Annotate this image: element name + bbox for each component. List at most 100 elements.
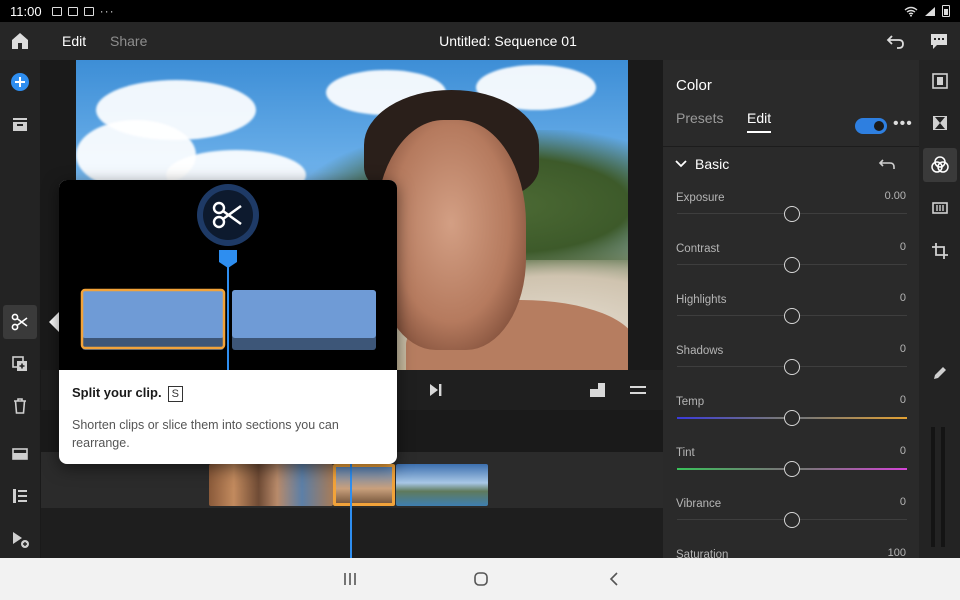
hamburger-icon: [630, 386, 646, 394]
add-media-button[interactable]: [7, 526, 33, 552]
audio-button[interactable]: [927, 195, 953, 221]
recents-icon: [344, 573, 356, 585]
back-nav-button[interactable]: [604, 569, 624, 589]
slider-value[interactable]: 0: [900, 292, 906, 304]
panel-title: Color: [676, 77, 712, 94]
slider-thumb[interactable]: [784, 461, 800, 477]
slider-label: Temp: [676, 396, 705, 408]
clip-properties-button[interactable]: [927, 68, 953, 94]
pencil-icon: [934, 367, 946, 379]
face-shape: [376, 120, 526, 350]
recent-apps-button[interactable]: [340, 569, 360, 589]
app-root: 11:00 ··· Edit Share Untitled: Sequence …: [0, 0, 960, 600]
chevron-down-icon: [675, 160, 687, 168]
tooltip-title: Split your clip.: [72, 385, 162, 400]
tab-presets[interactable]: Presets: [676, 110, 723, 126]
status-time: 11:00: [10, 3, 42, 19]
undo-button[interactable]: [884, 29, 908, 53]
timeline-clip-selected[interactable]: [333, 464, 395, 506]
reset-icon: [878, 159, 895, 169]
slider-thumb[interactable]: [784, 206, 800, 222]
tab-color-edit[interactable]: Edit: [747, 110, 772, 133]
home-nav-button[interactable]: [471, 569, 491, 589]
slider-value[interactable]: 0: [900, 241, 906, 253]
color-enable-toggle[interactable]: [855, 118, 887, 134]
inbox-tray-icon: [13, 118, 27, 131]
scrollbar-track[interactable]: [941, 427, 945, 547]
tab-share[interactable]: Share: [110, 33, 147, 49]
slider-label: Shadows: [676, 345, 724, 357]
slider-thumb[interactable]: [784, 359, 800, 375]
slider-vibrance: Vibrance 0: [663, 496, 919, 549]
split-illustration: [59, 180, 397, 370]
color-button[interactable]: [923, 148, 957, 182]
scissors-icon: [11, 313, 28, 331]
gallery-icon: [51, 6, 62, 16]
timeline: [41, 452, 663, 558]
tab-edit[interactable]: Edit: [59, 33, 89, 62]
basic-section-header[interactable]: Basic: [675, 156, 729, 172]
draw-button[interactable]: [927, 360, 953, 386]
home-button[interactable]: [8, 29, 32, 53]
shortcut-key: S: [167, 386, 183, 402]
slider-label: Vibrance: [676, 498, 722, 510]
playhead[interactable]: [350, 452, 352, 558]
slider-value[interactable]: 0: [900, 445, 906, 457]
divider: [663, 146, 919, 147]
more-options-button[interactable]: •••: [893, 116, 913, 136]
slider-thumb[interactable]: [784, 410, 800, 426]
slider-value[interactable]: 100: [888, 547, 906, 558]
status-bar: 11:00 ···: [0, 0, 960, 22]
add-button[interactable]: [7, 69, 33, 95]
slider-value[interactable]: 0: [900, 496, 906, 508]
slider-value[interactable]: 0.00: [885, 190, 906, 202]
slider-label: Tint: [676, 447, 695, 459]
left-toolbar: [0, 60, 41, 558]
tray-icon: [12, 448, 28, 460]
archive-button[interactable]: [7, 441, 33, 467]
tooltip-body: Shorten clips or slice them into section…: [72, 418, 339, 450]
split-button[interactable]: [3, 305, 37, 339]
slider-thumb[interactable]: [784, 308, 800, 324]
back-chevron-icon: [609, 572, 618, 586]
home-circle-icon: [474, 572, 488, 586]
slider-temp: Temp 0: [663, 394, 919, 447]
right-tool-column: [919, 60, 960, 558]
battery-icon: [942, 5, 950, 17]
skip-next-icon: [430, 384, 442, 396]
slider-value[interactable]: 0: [900, 343, 906, 355]
app-top-bar: Edit Share Untitled: Sequence 01: [0, 22, 960, 62]
slider-thumb[interactable]: [784, 512, 800, 528]
hourglass-icon: [933, 116, 947, 130]
fit-view-button[interactable]: [587, 380, 609, 400]
signal-icon: [925, 6, 935, 16]
scrollbar-track[interactable]: [931, 427, 935, 547]
list-button[interactable]: [7, 483, 33, 509]
timeline-clip[interactable]: [396, 464, 488, 506]
plus-circle-icon: [11, 73, 29, 91]
sequence-title[interactable]: Untitled: Sequence 01: [439, 33, 577, 49]
equalizer-icon: [932, 202, 948, 214]
slider-exposure: Exposure 0.00: [663, 190, 919, 243]
crop-icon: [932, 243, 948, 259]
viewer-menu-button[interactable]: [627, 380, 649, 400]
more-dots-icon: •••: [893, 115, 913, 132]
feedback-button[interactable]: [927, 29, 951, 53]
timeline-clip[interactable]: [209, 464, 333, 506]
film-strip-icon: [932, 73, 948, 89]
trash-icon: [14, 398, 26, 414]
crop-button[interactable]: [927, 238, 953, 264]
slider-thumb[interactable]: [784, 257, 800, 273]
color-panel: Color Presets Edit ••• Basic Exposure 0.0…: [663, 60, 919, 558]
delete-button[interactable]: [7, 393, 33, 419]
transitions-button[interactable]: [927, 110, 953, 136]
system-nav-bar: [0, 558, 960, 600]
next-frame-button[interactable]: [425, 380, 445, 400]
duplicate-button[interactable]: [7, 351, 33, 377]
reset-button[interactable]: [877, 155, 897, 175]
slider-label: Contrast: [676, 243, 720, 255]
slider-value[interactable]: 0: [900, 394, 906, 406]
tooltip-title-row: Split your clip. S: [72, 385, 183, 402]
color-circles-icon: [931, 156, 949, 173]
media-button[interactable]: [7, 111, 33, 137]
